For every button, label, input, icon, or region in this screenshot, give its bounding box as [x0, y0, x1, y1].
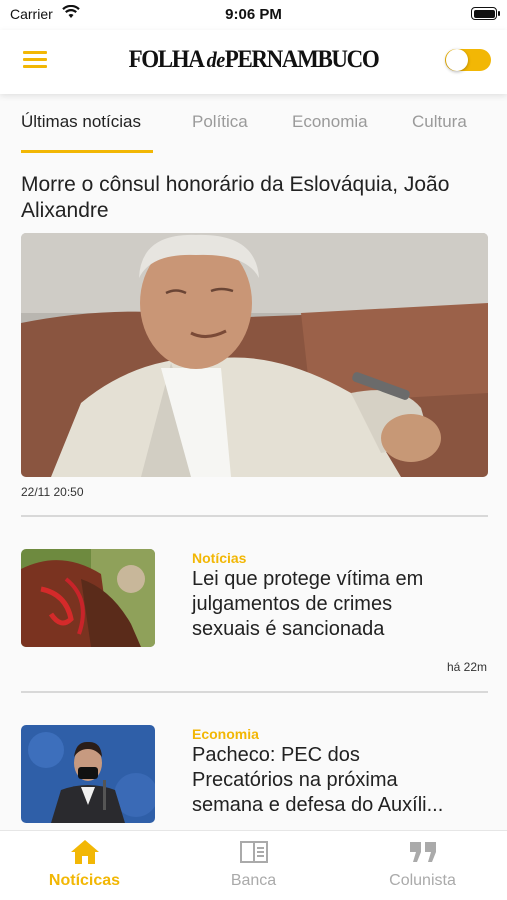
- featured-title[interactable]: Morre o cônsul honorário da Eslováquia, …: [21, 172, 491, 224]
- theme-toggle[interactable]: [445, 49, 491, 71]
- news-thumbnail[interactable]: [21, 725, 155, 823]
- divider: [21, 515, 488, 517]
- logo: FOLHA dePERNAMBUCO: [128, 46, 380, 73]
- nav-colunista[interactable]: Colunista: [338, 831, 507, 900]
- news-feed[interactable]: Morre o cônsul honorário da Eslováquia, …: [0, 154, 507, 830]
- featured-image[interactable]: [21, 233, 488, 477]
- home-icon: [71, 840, 99, 864]
- news-category: Notícias: [192, 550, 247, 566]
- news-thumbnail[interactable]: [21, 549, 155, 647]
- active-tab-indicator: [21, 150, 153, 153]
- app-header: FOLHA dePERNAMBUCO: [0, 30, 507, 94]
- status-bar: Carrier 9:06 PM: [0, 0, 507, 30]
- toggle-knob: [446, 49, 468, 71]
- tab-politica[interactable]: Política: [192, 112, 248, 132]
- category-tabs: Últimas notícias Política Economia Cultu…: [0, 94, 507, 154]
- news-timestamp: há 22m: [446, 660, 487, 674]
- nav-label: Colunista: [389, 872, 456, 889]
- nav-label: Banca: [230, 872, 277, 889]
- featured-timestamp: 22/11 20:50: [21, 485, 84, 499]
- tab-economia[interactable]: Economia: [292, 112, 368, 132]
- nav-banca[interactable]: Banca: [169, 831, 338, 900]
- divider: [21, 691, 488, 693]
- tab-ultimas-noticias[interactable]: Últimas notícias: [21, 112, 141, 132]
- quote-icon: [410, 842, 436, 862]
- news-category: Economia: [192, 726, 259, 742]
- battery-icon: [471, 7, 500, 20]
- tab-cultura[interactable]: Cultura: [412, 112, 467, 132]
- status-time: 9:06 PM: [225, 6, 282, 23]
- news-title[interactable]: Lei que protege vítima em julgamentos de…: [192, 567, 492, 642]
- nav-label: Notícicas: [48, 872, 121, 889]
- news-title[interactable]: Pacheco: PEC dos Precatórios na próxima …: [192, 743, 492, 818]
- bottom-nav: Notícicas Banca Colunista: [0, 830, 507, 900]
- newspaper-icon: [240, 841, 268, 863]
- nav-noticias[interactable]: Notícicas: [0, 831, 169, 900]
